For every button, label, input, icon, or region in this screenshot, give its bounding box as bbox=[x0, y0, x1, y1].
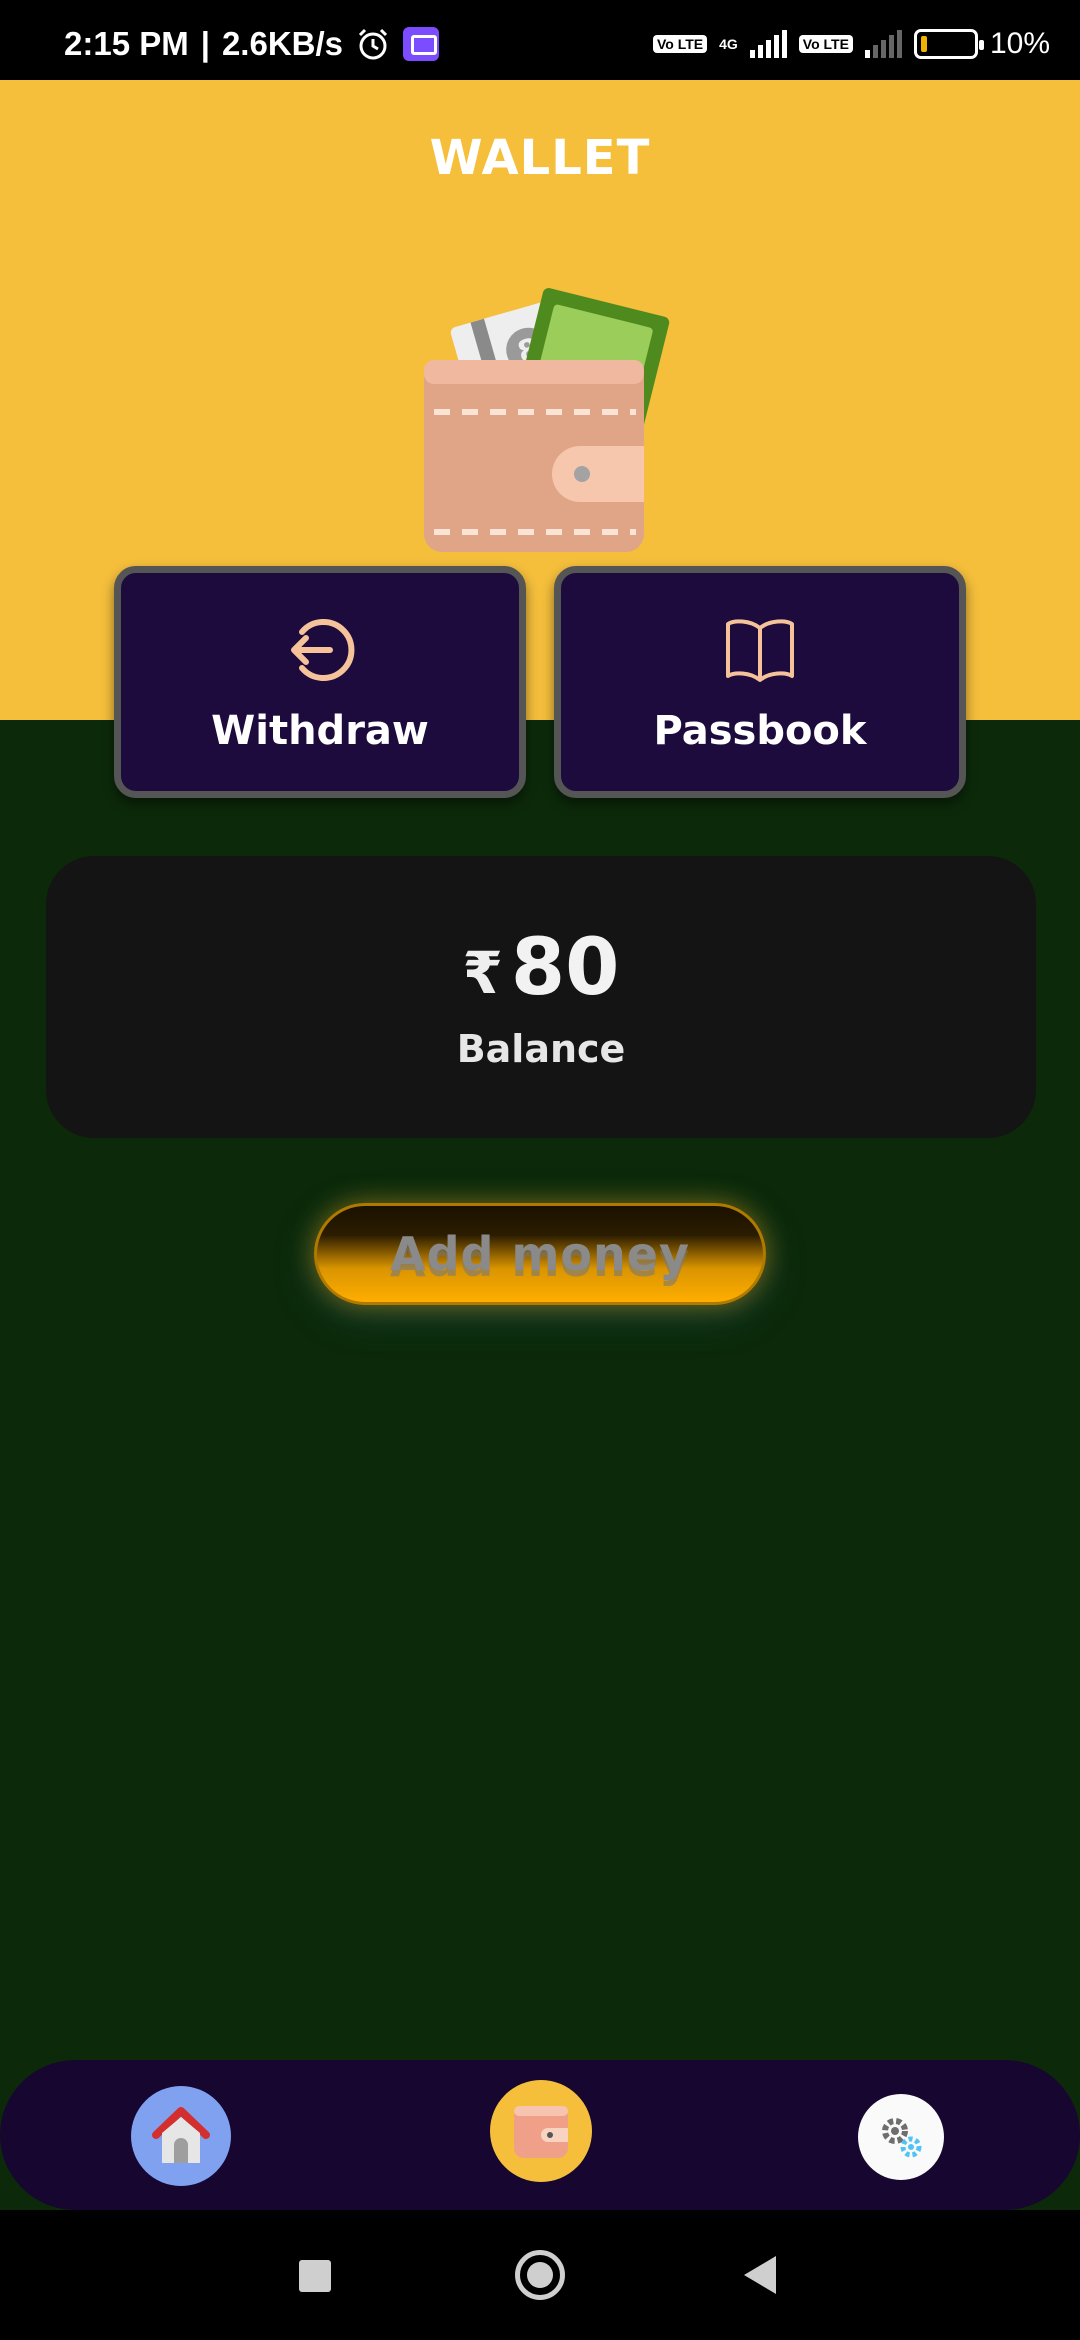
status-right: Vo LTE 4G Vo LTE 10% bbox=[652, 24, 1050, 64]
network-type: 4G bbox=[719, 36, 738, 52]
status-separator: | bbox=[200, 25, 210, 62]
network-speed: 2.6KB/s bbox=[221, 25, 344, 62]
add-money-label: Add money bbox=[390, 1227, 690, 1281]
nav-home-button[interactable] bbox=[131, 2086, 231, 2186]
alarm-icon bbox=[358, 28, 388, 60]
gear-icon bbox=[882, 2118, 922, 2158]
signal-icon bbox=[749, 30, 787, 58]
battery-percent: 10% bbox=[989, 27, 1050, 60]
volte-badge-sim1: Vo LTE bbox=[652, 35, 708, 53]
wallet-illustration: 8 bbox=[424, 288, 670, 552]
balance-card: ₹ 80 Balance bbox=[46, 856, 1036, 1138]
battery-icon bbox=[913, 29, 984, 59]
withdraw-label: Withdraw bbox=[211, 708, 429, 754]
book-icon bbox=[726, 619, 794, 682]
balance-amount-row: ₹ 80 bbox=[463, 923, 620, 1013]
home-button[interactable] bbox=[515, 2250, 565, 2300]
home-icon bbox=[152, 2107, 210, 2163]
passbook-label: Passbook bbox=[653, 708, 867, 754]
add-money-button[interactable]: Add money bbox=[314, 1203, 766, 1305]
withdraw-icon bbox=[291, 619, 355, 681]
status-time: 2:15 PM bbox=[64, 25, 189, 62]
nav-wallet-button[interactable] bbox=[490, 2080, 592, 2182]
message-icon bbox=[403, 27, 440, 61]
balance-amount: 80 bbox=[510, 923, 620, 1013]
volte-badge-sim2: Vo LTE bbox=[798, 35, 853, 53]
nav-settings-button[interactable] bbox=[858, 2094, 944, 2180]
passbook-button[interactable]: Passbook bbox=[554, 566, 966, 798]
status-bar: 2:15 PM | 2.6KB/s Vo LTE 4G Vo LTE 10% bbox=[0, 0, 1080, 80]
page-title: WALLET bbox=[429, 130, 651, 186]
back-button[interactable] bbox=[744, 2256, 776, 2294]
currency-symbol: ₹ bbox=[462, 939, 503, 1007]
recents-button[interactable] bbox=[299, 2260, 331, 2292]
signal-icon-sim2 bbox=[864, 30, 902, 58]
withdraw-button[interactable]: Withdraw bbox=[114, 566, 526, 798]
balance-label: Balance bbox=[456, 1027, 626, 1071]
wallet-icon bbox=[514, 2106, 568, 2158]
status-left: 2:15 PM | 2.6KB/s bbox=[64, 24, 440, 64]
